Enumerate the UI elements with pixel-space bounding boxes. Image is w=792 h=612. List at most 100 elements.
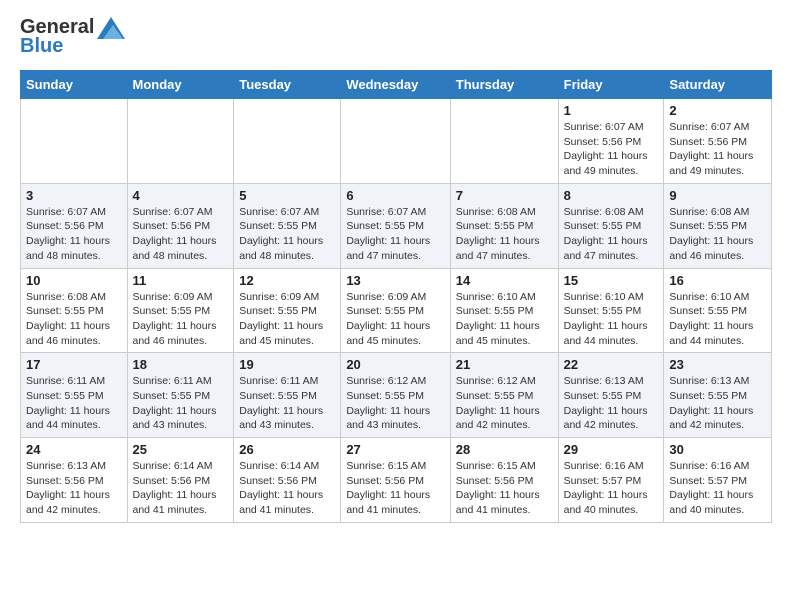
day-info: Sunrise: 6:15 AM Sunset: 5:56 PM Dayligh…: [346, 459, 444, 518]
day-number: 29: [564, 442, 659, 457]
day-number: 25: [133, 442, 229, 457]
day-info: Sunrise: 6:08 AM Sunset: 5:55 PM Dayligh…: [669, 205, 766, 264]
day-info: Sunrise: 6:11 AM Sunset: 5:55 PM Dayligh…: [26, 374, 122, 433]
calendar-cell: [21, 99, 128, 184]
calendar-cell: 17Sunrise: 6:11 AM Sunset: 5:55 PM Dayli…: [21, 353, 128, 438]
calendar-cell: 29 Sunrise: 6:16 AM Sunset: 5:57 PM Dayli…: [558, 438, 664, 523]
calendar-cell: 4 Sunrise: 6:07 AM Sunset: 5:56 PM Daylig…: [127, 183, 234, 268]
day-info: Sunrise: 6:07 AM Sunset: 5:55 PM Dayligh…: [346, 205, 444, 264]
calendar-cell: 3 Sunrise: 6:07 AM Sunset: 5:56 PM Daylig…: [21, 183, 128, 268]
day-info: Sunrise: 6:12 AM Sunset: 5:55 PM Dayligh…: [346, 374, 444, 433]
calendar-cell: 23 Sunrise: 6:13 AM Sunset: 5:55 PM Dayli…: [664, 353, 772, 438]
day-number: 15: [564, 273, 659, 288]
day-info: Sunrise: 6:09 AM Sunset: 5:55 PM Dayligh…: [239, 290, 335, 349]
day-info: Sunrise: 6:07 AM Sunset: 5:55 PM Dayligh…: [239, 205, 335, 264]
day-info: Sunrise: 6:13 AM Sunset: 5:55 PM Dayligh…: [564, 374, 659, 433]
calendar-cell: 12 Sunrise: 6:09 AM Sunset: 5:55 PM Dayli…: [234, 268, 341, 353]
day-number: 18: [133, 357, 229, 372]
day-number: 5: [239, 188, 335, 203]
calendar-cell: [127, 99, 234, 184]
day-number: 26: [239, 442, 335, 457]
calendar-cell: 14 Sunrise: 6:10 AM Sunset: 5:55 PM Dayli…: [450, 268, 558, 353]
header: General Blue: [20, 16, 772, 58]
calendar-cell: [341, 99, 450, 184]
day-number: 30: [669, 442, 766, 457]
calendar-cell: 9 Sunrise: 6:08 AM Sunset: 5:55 PM Daylig…: [664, 183, 772, 268]
calendar-cell: 16Sunrise: 6:10 AM Sunset: 5:55 PM Dayli…: [664, 268, 772, 353]
day-number: 2: [669, 103, 766, 118]
calendar-week-1: 1 Sunrise: 6:07 AM Sunset: 5:56 PM Daylig…: [21, 99, 772, 184]
weekday-header-sunday: Sunday: [21, 71, 128, 99]
calendar-cell: 28Sunrise: 6:15 AM Sunset: 5:56 PM Dayli…: [450, 438, 558, 523]
weekday-header-thursday: Thursday: [450, 71, 558, 99]
calendar: SundayMondayTuesdayWednesdayThursdayFrid…: [20, 70, 772, 523]
day-number: 1: [564, 103, 659, 118]
day-info: Sunrise: 6:10 AM Sunset: 5:55 PM Dayligh…: [564, 290, 659, 349]
day-number: 7: [456, 188, 553, 203]
calendar-cell: 30 Sunrise: 6:16 AM Sunset: 5:57 PM Dayli…: [664, 438, 772, 523]
day-info: Sunrise: 6:10 AM Sunset: 5:55 PM Dayligh…: [669, 290, 766, 349]
day-info: Sunrise: 6:09 AM Sunset: 5:55 PM Dayligh…: [346, 290, 444, 349]
day-info: Sunrise: 6:10 AM Sunset: 5:55 PM Dayligh…: [456, 290, 553, 349]
calendar-cell: 20Sunrise: 6:12 AM Sunset: 5:55 PM Dayli…: [341, 353, 450, 438]
weekday-header-saturday: Saturday: [664, 71, 772, 99]
day-number: 9: [669, 188, 766, 203]
day-number: 10: [26, 273, 122, 288]
weekday-header-wednesday: Wednesday: [341, 71, 450, 99]
calendar-week-5: 24Sunrise: 6:13 AM Sunset: 5:56 PM Dayli…: [21, 438, 772, 523]
day-number: 27: [346, 442, 444, 457]
day-info: Sunrise: 6:08 AM Sunset: 5:55 PM Dayligh…: [456, 205, 553, 264]
day-info: Sunrise: 6:07 AM Sunset: 5:56 PM Dayligh…: [26, 205, 122, 264]
day-info: Sunrise: 6:16 AM Sunset: 5:57 PM Dayligh…: [669, 459, 766, 518]
day-info: Sunrise: 6:12 AM Sunset: 5:55 PM Dayligh…: [456, 374, 553, 433]
day-number: 3: [26, 188, 122, 203]
day-info: Sunrise: 6:09 AM Sunset: 5:55 PM Dayligh…: [133, 290, 229, 349]
day-info: Sunrise: 6:07 AM Sunset: 5:56 PM Dayligh…: [133, 205, 229, 264]
day-info: Sunrise: 6:08 AM Sunset: 5:55 PM Dayligh…: [26, 290, 122, 349]
day-number: 6: [346, 188, 444, 203]
page: General Blue SundayMondayTuesdayWednesda…: [0, 0, 792, 539]
day-info: Sunrise: 6:14 AM Sunset: 5:56 PM Dayligh…: [133, 459, 229, 518]
day-number: 12: [239, 273, 335, 288]
day-info: Sunrise: 6:07 AM Sunset: 5:56 PM Dayligh…: [564, 120, 659, 179]
weekday-header-friday: Friday: [558, 71, 664, 99]
calendar-cell: 24Sunrise: 6:13 AM Sunset: 5:56 PM Dayli…: [21, 438, 128, 523]
calendar-week-4: 17Sunrise: 6:11 AM Sunset: 5:55 PM Dayli…: [21, 353, 772, 438]
day-info: Sunrise: 6:13 AM Sunset: 5:55 PM Dayligh…: [669, 374, 766, 433]
day-number: 4: [133, 188, 229, 203]
day-number: 19: [239, 357, 335, 372]
weekday-header-tuesday: Tuesday: [234, 71, 341, 99]
logo-blue-text: Blue: [20, 35, 63, 58]
logo: General Blue: [20, 16, 125, 58]
calendar-cell: 22Sunrise: 6:13 AM Sunset: 5:55 PM Dayli…: [558, 353, 664, 438]
calendar-cell: 27 Sunrise: 6:15 AM Sunset: 5:56 PM Dayli…: [341, 438, 450, 523]
calendar-cell: 6 Sunrise: 6:07 AM Sunset: 5:55 PM Daylig…: [341, 183, 450, 268]
calendar-cell: 25 Sunrise: 6:14 AM Sunset: 5:56 PM Dayli…: [127, 438, 234, 523]
calendar-cell: [450, 99, 558, 184]
day-info: Sunrise: 6:14 AM Sunset: 5:56 PM Dayligh…: [239, 459, 335, 518]
calendar-cell: 2Sunrise: 6:07 AM Sunset: 5:56 PM Daylig…: [664, 99, 772, 184]
day-info: Sunrise: 6:11 AM Sunset: 5:55 PM Dayligh…: [239, 374, 335, 433]
day-number: 24: [26, 442, 122, 457]
calendar-cell: 11Sunrise: 6:09 AM Sunset: 5:55 PM Dayli…: [127, 268, 234, 353]
day-info: Sunrise: 6:15 AM Sunset: 5:56 PM Dayligh…: [456, 459, 553, 518]
calendar-cell: 10 Sunrise: 6:08 AM Sunset: 5:55 PM Dayli…: [21, 268, 128, 353]
calendar-week-3: 10 Sunrise: 6:08 AM Sunset: 5:55 PM Dayli…: [21, 268, 772, 353]
weekday-header-monday: Monday: [127, 71, 234, 99]
day-number: 23: [669, 357, 766, 372]
calendar-cell: 8 Sunrise: 6:08 AM Sunset: 5:55 PM Daylig…: [558, 183, 664, 268]
day-number: 8: [564, 188, 659, 203]
day-info: Sunrise: 6:11 AM Sunset: 5:55 PM Dayligh…: [133, 374, 229, 433]
calendar-cell: [234, 99, 341, 184]
calendar-cell: 5 Sunrise: 6:07 AM Sunset: 5:55 PM Daylig…: [234, 183, 341, 268]
logo-container: General Blue: [20, 16, 125, 58]
day-info: Sunrise: 6:16 AM Sunset: 5:57 PM Dayligh…: [564, 459, 659, 518]
calendar-week-2: 3 Sunrise: 6:07 AM Sunset: 5:56 PM Daylig…: [21, 183, 772, 268]
day-number: 14: [456, 273, 553, 288]
day-number: 21: [456, 357, 553, 372]
calendar-header-row: SundayMondayTuesdayWednesdayThursdayFrid…: [21, 71, 772, 99]
calendar-cell: 7 Sunrise: 6:08 AM Sunset: 5:55 PM Daylig…: [450, 183, 558, 268]
calendar-cell: 19 Sunrise: 6:11 AM Sunset: 5:55 PM Dayli…: [234, 353, 341, 438]
day-info: Sunrise: 6:08 AM Sunset: 5:55 PM Dayligh…: [564, 205, 659, 264]
calendar-cell: 15 Sunrise: 6:10 AM Sunset: 5:55 PM Dayli…: [558, 268, 664, 353]
